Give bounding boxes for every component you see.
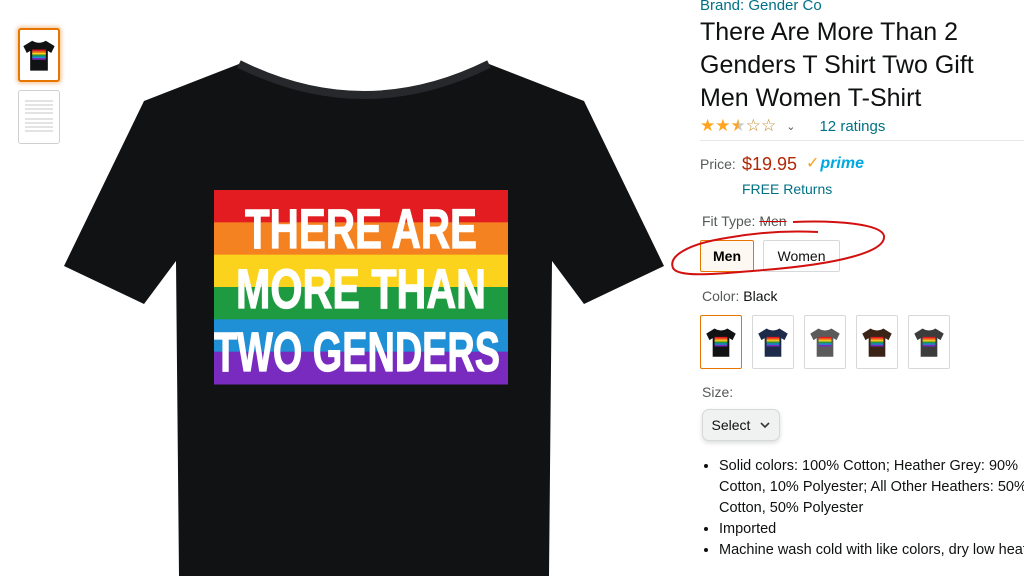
color-swatch[interactable]: [908, 315, 950, 369]
red-circle-annotation: [671, 220, 885, 276]
star-icon: ★: [730, 116, 746, 135]
shirt-swatch-icon: [862, 328, 892, 357]
star-icon: ☆: [745, 116, 761, 135]
shirt-line-2: MORE THAN: [236, 257, 486, 320]
star-rating[interactable]: ★ ★ ★ ☆ ☆: [700, 116, 776, 136]
shirt-swatch-icon: [914, 328, 944, 357]
thumbnail-main-shirt[interactable]: [18, 28, 60, 82]
star-icon: ★: [715, 116, 731, 135]
thumbnail-list: [18, 28, 60, 152]
color-selected: Black: [743, 288, 778, 304]
feature-bullet: Machine wash cold with like colors, dry …: [719, 540, 1024, 561]
feature-bullet: Imported: [719, 519, 1024, 540]
shirt-print-text: THERE ARE MORE THAN TWO GENDERS: [213, 196, 500, 383]
shirt-swatch-icon: [810, 328, 840, 357]
thumbnail-size-chart[interactable]: [18, 90, 60, 144]
size-dropdown-label: Select: [711, 417, 751, 433]
color-swatch[interactable]: [856, 315, 898, 369]
size-chart-thumbnail-image: [25, 100, 53, 132]
price-value: $19.95: [742, 154, 798, 174]
free-returns-link[interactable]: FREE Returns: [742, 181, 832, 197]
feature-bullets: Solid colors: 100% Cotton; Heather Grey:…: [702, 456, 1024, 561]
color-swatch[interactable]: [700, 315, 742, 369]
color-swatch[interactable]: [804, 315, 846, 369]
color-swatch-list: [700, 315, 960, 369]
brand-link[interactable]: Brand: Gender Co: [700, 0, 822, 14]
prime-check-icon: ✓: [806, 155, 820, 172]
product-title: There Are More Than 2 Genders T Shirt Tw…: [700, 18, 974, 112]
ratings-count-link[interactable]: 12 ratings: [819, 118, 885, 135]
rating-row: ★ ★ ★ ☆ ☆ ⌄ 12 ratings: [700, 116, 885, 136]
chevron-down-icon: [760, 421, 771, 428]
prime-badge: ✓prime: [806, 155, 864, 172]
shirt-thumbnail-image: [23, 40, 55, 71]
shirt-swatch-icon: [758, 328, 788, 357]
price-label: Price:: [700, 156, 736, 172]
color-label: Color: Black: [702, 288, 778, 304]
star-icon: ★: [700, 116, 716, 135]
tshirt-image: THERE ARE MORE THAN TWO GENDERS: [64, 60, 664, 576]
star-icon: ☆: [761, 116, 777, 135]
color-swatch[interactable]: [752, 315, 794, 369]
chevron-down-icon[interactable]: ⌄: [786, 120, 795, 133]
divider: [700, 140, 1024, 141]
main-product-image[interactable]: THERE ARE MORE THAN TWO GENDERS: [64, 56, 664, 576]
size-dropdown[interactable]: Select: [702, 409, 780, 441]
feature-bullet: Solid colors: 100% Cotton; Heather Grey:…: [719, 456, 1024, 519]
shirt-line-1: THERE ARE: [245, 197, 477, 260]
size-label: Size:: [702, 384, 734, 400]
shirt-swatch-icon: [706, 328, 736, 357]
shirt-line-3: TWO GENDERS: [214, 320, 500, 383]
